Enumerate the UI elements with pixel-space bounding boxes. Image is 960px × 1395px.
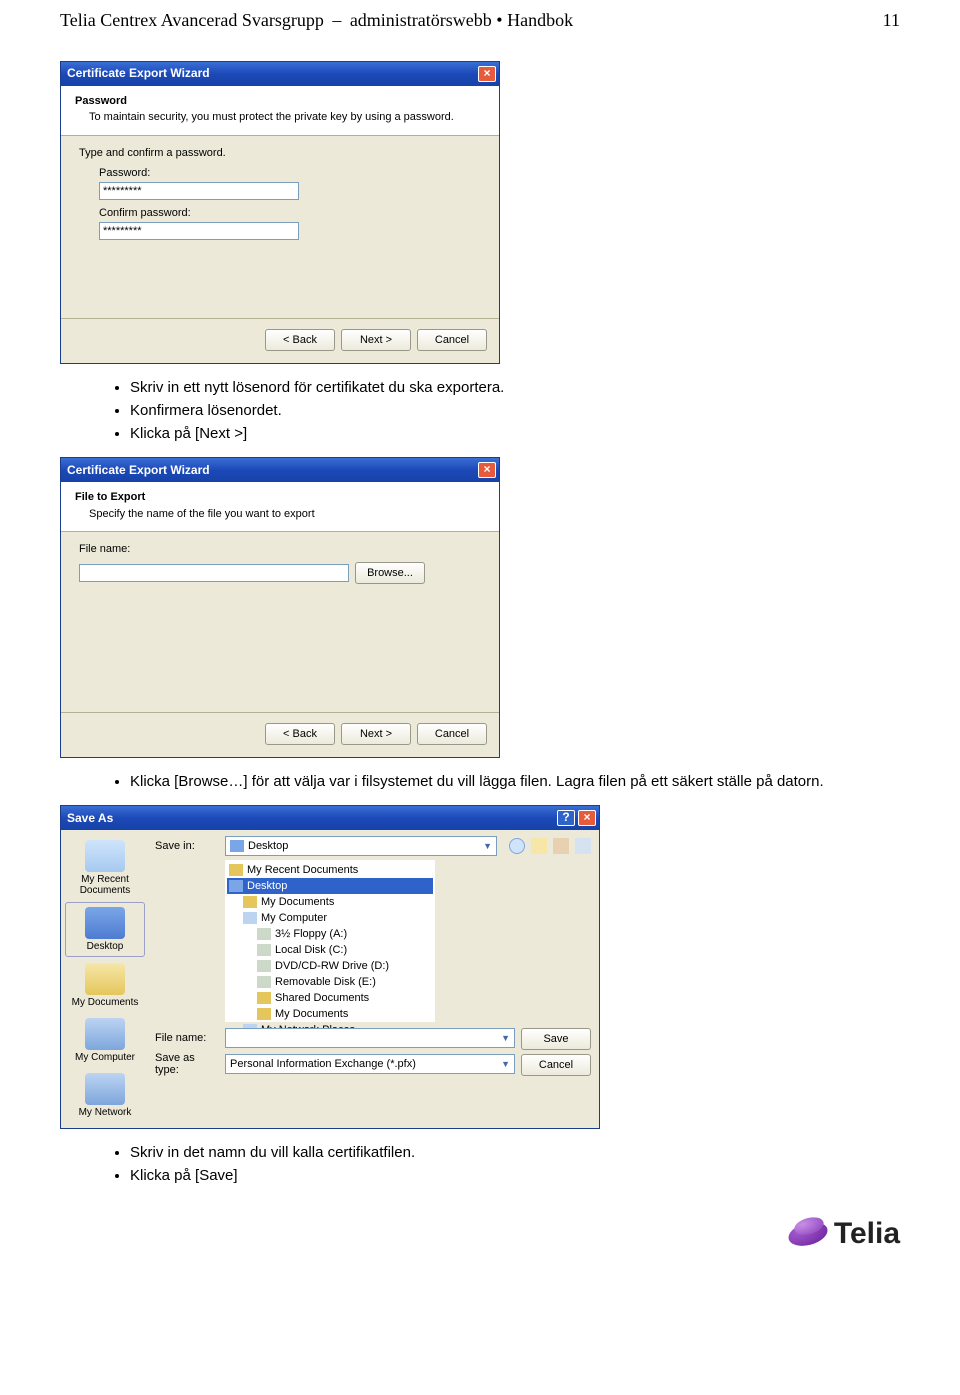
file-name-label: File name: [79, 542, 481, 556]
next-button[interactable]: Next > [341, 329, 411, 351]
computer-icon [243, 912, 257, 924]
cancel-button[interactable]: Cancel [417, 723, 487, 745]
chevron-down-icon: ▼ [501, 1033, 510, 1043]
wizard1-titlebar: Certificate Export Wizard × [61, 62, 499, 86]
places-bar: My Recent Documents Desktop My Documents… [61, 830, 149, 1128]
savein-dropdown[interactable]: Desktop ▼ [225, 836, 497, 856]
back-button[interactable]: < Back [265, 329, 335, 351]
instructions-2: Klicka [Browse…] för att välja var i fil… [90, 773, 900, 790]
filename-input[interactable]: ▼ [225, 1028, 515, 1048]
drive-icon [257, 928, 271, 940]
instructions-1: Skriv in ett nytt lösenord för certifika… [90, 379, 900, 442]
close-icon[interactable]: × [578, 810, 596, 826]
footer-logo: Telia [60, 1214, 900, 1254]
drive-icon [257, 976, 271, 988]
password-input[interactable] [99, 182, 299, 200]
file-name-input[interactable] [79, 564, 349, 582]
drive-icon [257, 960, 271, 972]
save-as-dialog: Save As ? × My Recent Documents Desktop … [60, 805, 600, 1129]
new-folder-icon[interactable] [553, 838, 569, 854]
cancel-button[interactable]: Cancel [417, 329, 487, 351]
bullet: Skriv in det namn du vill kalla certifik… [130, 1144, 900, 1161]
confirm-password-label: Confirm password: [99, 206, 481, 220]
browse-button[interactable]: Browse... [355, 562, 425, 584]
header-section: administratörswebb [350, 10, 492, 30]
filename-label: File name: [155, 1032, 219, 1044]
desktop-icon [85, 907, 125, 939]
back-icon[interactable] [509, 838, 525, 854]
wizard2-title: Certificate Export Wizard [67, 463, 210, 479]
telia-wordmark: Telia [834, 1217, 900, 1251]
close-icon[interactable]: × [478, 462, 496, 478]
close-icon[interactable]: × [478, 66, 496, 82]
list-item[interactable]: My Documents [227, 1006, 433, 1022]
mydocs-icon [85, 963, 125, 995]
list-item[interactable]: My Documents [227, 894, 433, 910]
savetype-label: Save as type: [155, 1052, 219, 1076]
wizard1-heading: Password [75, 94, 485, 108]
desktop-icon [230, 840, 244, 852]
wizard2-titlebar: Certificate Export Wizard × [61, 458, 499, 482]
header-doctype: Handbok [507, 10, 573, 30]
cert-export-wizard-password: Certificate Export Wizard × Password To … [60, 61, 500, 364]
list-item[interactable]: 3½ Floppy (A:) [227, 926, 433, 942]
folder-icon [229, 864, 243, 876]
cert-export-wizard-file: Certificate Export Wizard × File to Expo… [60, 457, 500, 758]
wizard1-group-label: Type and confirm a password. [79, 146, 481, 160]
mycomp-icon [85, 1018, 125, 1050]
folder-icon [257, 1008, 271, 1020]
bullet: Skriv in ett nytt lösenord för certifika… [130, 379, 900, 396]
header-product: Telia Centrex Avancerad Svarsgrupp [60, 10, 324, 30]
list-item[interactable]: DVD/CD-RW Drive (D:) [227, 958, 433, 974]
place-mycomp[interactable]: My Computer [65, 1014, 145, 1067]
wizard1-subheading: To maintain security, you must protect t… [89, 110, 485, 124]
confirm-password-input[interactable] [99, 222, 299, 240]
bullet: Klicka [Browse…] för att välja var i fil… [130, 773, 900, 790]
list-item[interactable]: My Computer [227, 910, 433, 926]
savein-label: Save in: [155, 840, 219, 852]
next-button[interactable]: Next > [341, 723, 411, 745]
folder-icon [243, 896, 257, 908]
chevron-down-icon: ▼ [501, 1059, 510, 1069]
doc-header: Telia Centrex Avancerad Svarsgrupp – adm… [60, 10, 900, 31]
saveas-title: Save As [67, 811, 113, 825]
place-desktop[interactable]: Desktop [65, 902, 145, 957]
views-icon[interactable] [575, 838, 591, 854]
list-item[interactable]: Removable Disk (E:) [227, 974, 433, 990]
up-folder-icon[interactable] [531, 838, 547, 854]
place-recent[interactable]: My Recent Documents [65, 836, 145, 900]
file-list[interactable]: My Recent Documents Desktop My Documents… [225, 860, 435, 1022]
wizard1-title: Certificate Export Wizard [67, 66, 210, 82]
list-item[interactable]: Local Disk (C:) [227, 942, 433, 958]
back-button[interactable]: < Back [265, 723, 335, 745]
list-item[interactable]: Desktop [227, 878, 433, 894]
place-mynet[interactable]: My Network [65, 1069, 145, 1122]
place-mydocs[interactable]: My Documents [65, 959, 145, 1012]
instructions-3: Skriv in det namn du vill kalla certifik… [90, 1144, 900, 1184]
bullet: Klicka på [Save] [130, 1167, 900, 1184]
wizard2-subheading: Specify the name of the file you want to… [89, 507, 485, 521]
save-button[interactable]: Save [521, 1028, 591, 1050]
drive-icon [257, 944, 271, 956]
saveas-titlebar: Save As ? × [61, 806, 599, 830]
recent-icon [85, 840, 125, 872]
page-number: 11 [883, 10, 900, 31]
password-label: Password: [99, 166, 481, 180]
desktop-icon [229, 880, 243, 892]
bullet: Konfirmera lösenordet. [130, 402, 900, 419]
folder-icon [257, 992, 271, 1004]
wizard2-heading: File to Export [75, 490, 485, 504]
cancel-button[interactable]: Cancel [521, 1054, 591, 1076]
chevron-down-icon: ▼ [483, 841, 492, 851]
savetype-dropdown[interactable]: Personal Information Exchange (*.pfx) ▼ [225, 1054, 515, 1074]
help-icon[interactable]: ? [557, 810, 575, 826]
mynet-icon [85, 1073, 125, 1105]
telia-swirl-icon [788, 1214, 828, 1254]
list-item[interactable]: Shared Documents [227, 990, 433, 1006]
list-item[interactable]: My Recent Documents [227, 862, 433, 878]
bullet: Klicka på [Next >] [130, 425, 900, 442]
